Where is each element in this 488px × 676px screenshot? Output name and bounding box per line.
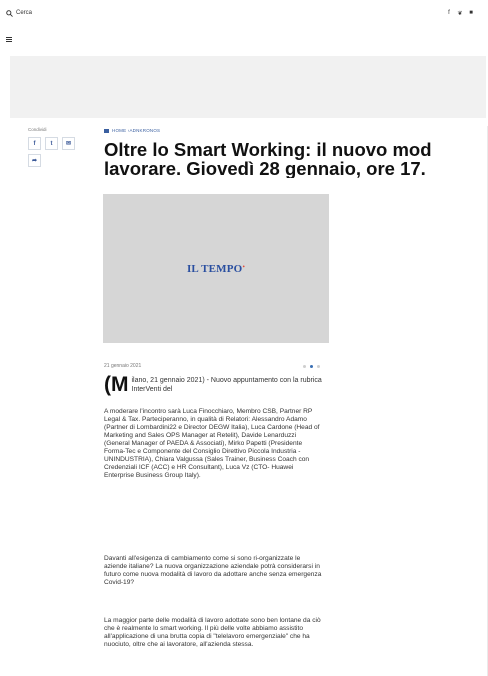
- title-line-1: Oltre lo Smart Working: il nuovo mod: [104, 140, 432, 160]
- search-label: Cerca: [16, 10, 33, 16]
- home-icon: [104, 128, 109, 133]
- search-icon: [6, 9, 13, 17]
- dot-3[interactable]: [317, 364, 320, 368]
- il-tempo-logo: IL TEMPO●: [186, 262, 246, 275]
- article-date: 21 gennaio 2021: [104, 363, 142, 369]
- article-lead: (M ilano, 21 gennaio 2021) - Nuovo appun…: [104, 373, 324, 396]
- title-line-2: lavorare. Giovedì 28 gennaio, ore 17.: [104, 158, 426, 178]
- share-label: Condividi: [28, 127, 47, 132]
- article-image: IL TEMPO●: [103, 194, 329, 343]
- breadcrumb-text[interactable]: HOME ›ADNKRONOS: [112, 128, 160, 133]
- menu-icon[interactable]: [6, 37, 12, 42]
- dot-1[interactable]: [303, 364, 306, 368]
- paragraph-moderator: A moderare l'incontro sarà Luca Finocchi…: [104, 408, 320, 479]
- lead-text: ilano, 21 gennaio 2021) - Nuovo appuntam…: [131, 377, 322, 393]
- top-bar: Cerca f ❦ ■: [0, 0, 488, 26]
- breadcrumb: HOME ›ADNKRONOS: [104, 128, 160, 133]
- dot-2[interactable]: [310, 364, 313, 368]
- share-panel: Condividi f t ✉ ➦: [28, 127, 75, 171]
- paragraph-question: Davanti all'esigenza di cambiamento come…: [104, 555, 322, 586]
- share-forward-button[interactable]: ➦: [28, 154, 41, 167]
- share-email-button[interactable]: ✉: [62, 137, 75, 150]
- social-links: f ❦ ■: [446, 10, 474, 17]
- carousel-dots[interactable]: [303, 364, 320, 368]
- ad-banner: [10, 56, 486, 118]
- article-meta: 21 gennaio 2021: [104, 363, 320, 369]
- page-title: Oltre lo Smart Working: il nuovo mod lav…: [104, 140, 488, 178]
- facebook-icon[interactable]: f: [446, 10, 452, 16]
- paragraph-smart-working: La maggior parte delle modalità di lavor…: [104, 617, 321, 648]
- search-link[interactable]: Cerca: [6, 9, 33, 17]
- instagram-icon[interactable]: ■: [468, 10, 474, 16]
- share-twitter-button[interactable]: t: [45, 137, 58, 150]
- drop-cap: (M: [104, 373, 129, 396]
- share-facebook-button[interactable]: f: [28, 137, 41, 150]
- twitter-icon[interactable]: ❦: [457, 10, 463, 17]
